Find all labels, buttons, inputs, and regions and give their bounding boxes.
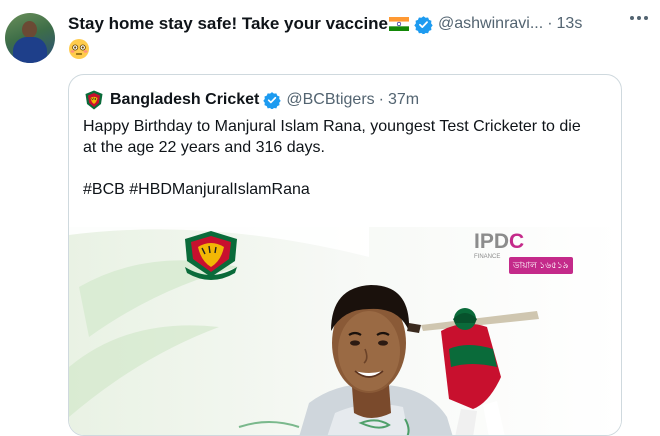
- verified-badge-icon: [414, 15, 433, 34]
- sponsor-logo: IPDC: [474, 230, 524, 254]
- avatar-head: [22, 21, 37, 38]
- quoted-author-name[interactable]: Bangladesh Cricket: [110, 91, 259, 109]
- sponsor-logo-text-accent: C: [509, 230, 525, 253]
- quoted-hashtags[interactable]: #BCB #HBDManjuralIslamRana: [83, 179, 608, 200]
- more-dot: [630, 16, 634, 20]
- separator-dot: ·: [378, 91, 384, 108]
- sponsor-small-text: FINANCE: [474, 254, 501, 260]
- sponsor-logo-text: IPD: [474, 230, 510, 253]
- avatar-shoulders: [13, 37, 47, 63]
- quoted-timestamp[interactable]: 37m: [388, 91, 419, 109]
- bcb-crest: [185, 231, 237, 280]
- quoted-text-line: at the age 22 years and 316 days.: [83, 139, 325, 156]
- quoted-text-line: Happy Birthday to Manjural Islam Rana, y…: [83, 118, 581, 135]
- separator-dot: ·: [547, 15, 553, 32]
- more-options-icon[interactable]: [630, 16, 648, 20]
- tweet-timestamp[interactable]: 13s: [557, 15, 583, 33]
- quoted-tweet[interactable]: Bangladesh Cricket @BCBtigers · 37m Happ…: [68, 74, 622, 436]
- flushed-face-emoji: [69, 39, 89, 59]
- quoted-tweet-body: Happy Birthday to Manjural Islam Rana, y…: [83, 116, 608, 200]
- quoted-author-handle[interactable]: @BCBtigers: [286, 91, 374, 109]
- sponsor-dial-badge: ডায়াল ১৬৫১৯: [509, 257, 573, 274]
- quoted-tweet-header: Bangladesh Cricket @BCBtigers · 37m: [83, 89, 419, 111]
- bcb-logo-icon[interactable]: [83, 89, 105, 111]
- author-avatar[interactable]: [5, 13, 55, 63]
- author-handle[interactable]: @ashwinravi...: [438, 15, 543, 33]
- verified-badge-icon: [263, 92, 282, 109]
- quoted-media-image[interactable]: IPDC FINANCE ডায়াল ১৬৫১৯: [69, 227, 621, 435]
- more-dot: [644, 16, 648, 20]
- tweet-header: Stay home stay safe! Take your vaccine @…: [68, 13, 582, 35]
- tweet-text: Stay home stay safe! Take your vaccine: [68, 14, 389, 33]
- india-flag-emoji: [389, 17, 410, 31]
- more-dot: [637, 16, 641, 20]
